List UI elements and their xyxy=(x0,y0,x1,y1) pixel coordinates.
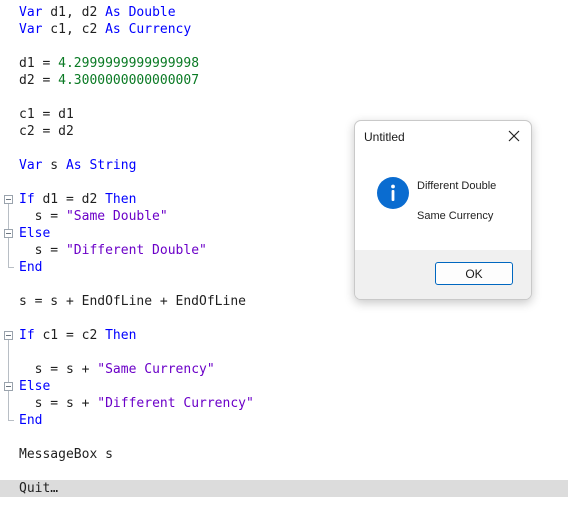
string-literal: "Different Double" xyxy=(65,243,207,258)
keyword: Else xyxy=(19,379,51,394)
code-line[interactable]: s = s + "Different Currency" xyxy=(19,395,254,412)
dialog-title: Untitled xyxy=(364,130,405,144)
code-line[interactable]: End xyxy=(19,259,42,276)
code-line[interactable]: s = s + "Same Currency" xyxy=(19,361,215,378)
code-text: s = xyxy=(19,209,66,224)
message-box-dialog: Untitled Different Double Same Currency … xyxy=(354,120,532,300)
code-text: c1 = c2 xyxy=(34,328,106,343)
ok-button[interactable]: OK xyxy=(435,262,513,285)
code-text: s = s + xyxy=(19,396,98,411)
keyword: Then xyxy=(105,328,137,343)
close-button[interactable] xyxy=(502,125,526,147)
keyword: As String xyxy=(65,158,137,173)
code-line[interactable]: c2 = d2 xyxy=(19,123,74,140)
code-line[interactable]: s = s + EndOfLine + EndOfLine xyxy=(19,293,246,310)
code-text: c1, c2 xyxy=(42,22,106,37)
fold-toggle-icon[interactable] xyxy=(4,331,13,340)
keyword: As Currency xyxy=(105,22,192,37)
code-line[interactable]: MessageBox s xyxy=(19,446,113,463)
code-line[interactable]: d2 = 4.3000000000000007 xyxy=(19,72,199,89)
current-line-highlight xyxy=(0,480,568,497)
code-line[interactable]: Else xyxy=(19,378,50,395)
keyword: Var xyxy=(19,5,43,20)
string-literal: "Different Currency" xyxy=(97,396,254,411)
code-text: d1 = xyxy=(19,56,59,71)
code-text: MessageBox s xyxy=(19,447,113,462)
code-line[interactable]: s = "Different Double" xyxy=(19,242,207,259)
fold-toggle-icon[interactable] xyxy=(4,382,13,391)
code-line[interactable]: Var s As String xyxy=(19,157,136,174)
code-text: Quit… xyxy=(19,481,59,496)
code-line[interactable]: Var d1, d2 As Double xyxy=(19,4,176,21)
code-text: d1, d2 xyxy=(42,5,106,20)
dialog-message-line: Same Currency xyxy=(417,210,494,222)
code-text: s = s + xyxy=(19,362,98,377)
string-literal: "Same Double" xyxy=(65,209,168,224)
code-line[interactable]: If d1 = d2 Then xyxy=(19,191,136,208)
fold-toggle-icon[interactable] xyxy=(4,229,13,238)
code-text: c1 = d1 xyxy=(19,107,74,122)
keyword: If xyxy=(19,328,35,343)
code-line-current[interactable]: Quit… xyxy=(19,480,58,497)
code-line[interactable]: End xyxy=(19,412,42,429)
code-text: c2 = d2 xyxy=(19,124,74,139)
code-line[interactable]: s = "Same Double" xyxy=(19,208,168,225)
code-text: s = xyxy=(19,243,66,258)
code-text: d2 = xyxy=(19,73,59,88)
fold-toggle-icon[interactable] xyxy=(4,195,13,204)
code-line[interactable]: Var c1, c2 As Currency xyxy=(19,21,191,38)
keyword: End xyxy=(19,413,43,428)
code-line[interactable]: d1 = 4.2999999999999998 xyxy=(19,55,199,72)
code-text: d1 = d2 xyxy=(34,192,106,207)
dialog-footer: OK xyxy=(355,250,531,299)
keyword: Else xyxy=(19,226,51,241)
keyword: As Double xyxy=(105,5,176,20)
string-literal: "Same Currency" xyxy=(97,362,215,377)
code-line[interactable]: Else xyxy=(19,225,50,242)
code-text: s xyxy=(42,158,66,173)
code-line[interactable]: If c1 = c2 Then xyxy=(19,327,136,344)
fold-rail xyxy=(8,391,9,420)
close-icon xyxy=(508,130,520,142)
number-literal: 4.2999999999999998 xyxy=(58,56,200,71)
keyword: Then xyxy=(105,192,137,207)
code-line[interactable]: c1 = d1 xyxy=(19,106,74,123)
dialog-message-line: Different Double xyxy=(417,180,497,192)
keyword: End xyxy=(19,260,43,275)
keyword: Var xyxy=(19,22,43,37)
fold-rail xyxy=(8,238,9,267)
fold-rail xyxy=(8,204,9,229)
fold-rail xyxy=(8,340,9,382)
info-icon xyxy=(377,177,409,209)
keyword: If xyxy=(19,192,35,207)
number-literal: 4.3000000000000007 xyxy=(58,73,200,88)
keyword: Var xyxy=(19,158,43,173)
fold-end-marker xyxy=(8,420,14,421)
fold-end-marker xyxy=(8,267,14,268)
code-text: s = s + EndOfLine + EndOfLine xyxy=(19,294,246,309)
